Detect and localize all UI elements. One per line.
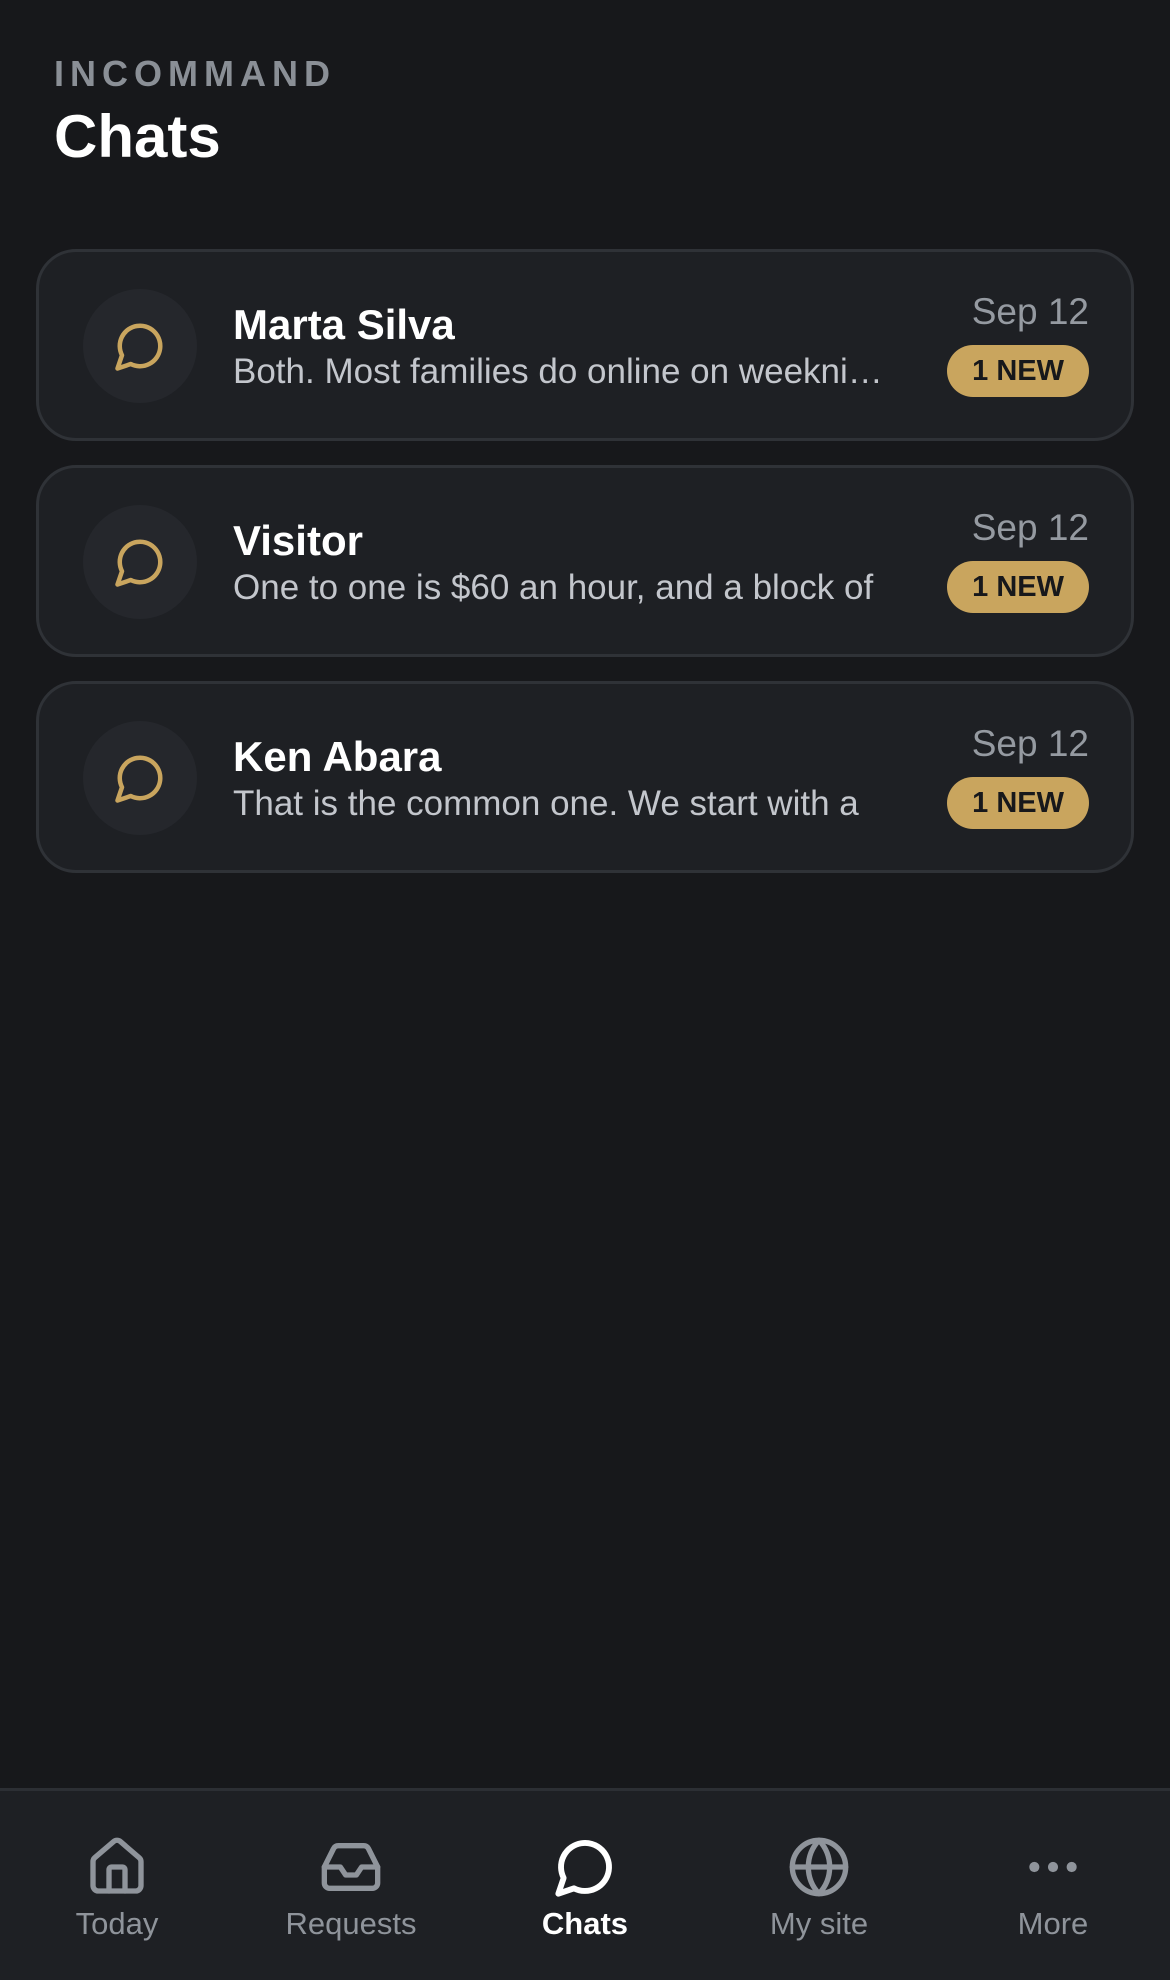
tab-label: Requests (285, 1906, 417, 1941)
chat-item-marta-silva[interactable]: Marta Silva Both. Most families do onlin… (36, 249, 1134, 441)
chat-date: Sep 12 (971, 723, 1089, 764)
chat-bubble-icon (115, 539, 163, 587)
more-dots-icon (1029, 1861, 1077, 1873)
chat-avatar (83, 289, 197, 403)
tab-my-site[interactable]: My site (702, 1791, 936, 1980)
tab-chats[interactable]: Chats (468, 1791, 702, 1980)
new-badge: 1 NEW (947, 561, 1089, 613)
chat-date: Sep 12 (971, 291, 1089, 332)
chat-avatar (83, 721, 197, 835)
chat-name: Marta Silva (233, 301, 455, 348)
chat-list: Marta Silva Both. Most families do onlin… (36, 249, 1134, 897)
chat-bubble-icon (555, 1840, 612, 1897)
app-brand: INCOMMAND (54, 53, 336, 94)
chats-screen: INCOMMAND Chats Marta Silva Both. Most f… (0, 0, 1170, 1980)
chat-preview: One to one is $60 an hour, and a block o… (233, 568, 874, 607)
chat-date: Sep 12 (971, 507, 1089, 548)
tab-label: My site (769, 1906, 869, 1941)
bottom-tab-bar: Today Requests Chats My site More (0, 1788, 1170, 1980)
chat-name: Ken Abara (233, 733, 442, 780)
chat-item-visitor[interactable]: Visitor One to one is $60 an hour, and a… (36, 465, 1134, 657)
inbox-icon (321, 1843, 381, 1891)
tab-label: Chats (541, 1906, 629, 1941)
page-title: Chats (54, 103, 221, 170)
chat-bubble-icon (115, 323, 163, 371)
chat-preview: That is the common one. We start with a (233, 784, 859, 823)
tab-label: Today (75, 1906, 159, 1941)
tab-requests[interactable]: Requests (234, 1791, 468, 1980)
chat-item-ken-abara[interactable]: Ken Abara That is the common one. We sta… (36, 681, 1134, 873)
chat-avatar (83, 505, 197, 619)
new-badge: 1 NEW (947, 345, 1089, 397)
tab-label: More (1017, 1906, 1089, 1941)
new-badge: 1 NEW (947, 777, 1089, 829)
tab-more[interactable]: More (936, 1791, 1170, 1980)
home-icon (90, 1837, 144, 1894)
chat-name: Visitor (233, 517, 363, 564)
chat-preview: Both. Most families do online on weeknig… (233, 352, 901, 391)
page-header: INCOMMAND Chats (54, 52, 336, 172)
globe-icon (789, 1837, 849, 1897)
tab-today[interactable]: Today (0, 1791, 234, 1980)
chat-bubble-icon (115, 755, 163, 803)
